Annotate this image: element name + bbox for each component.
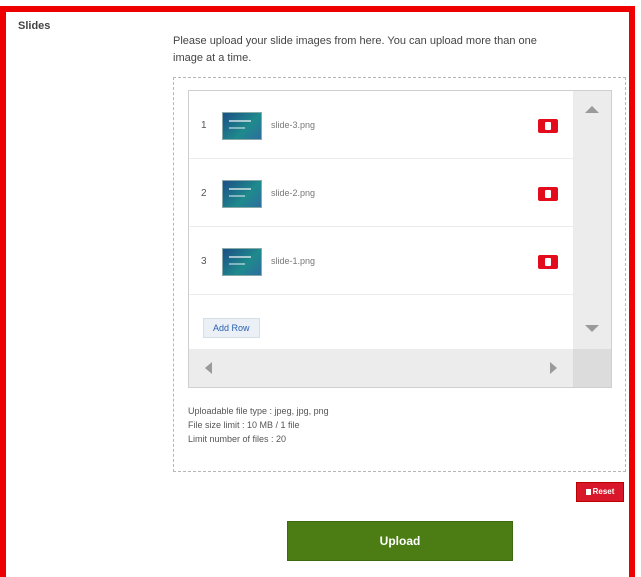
upload-instructions: Please upload your slide images from her… [173,33,613,67]
file-name: slide-2.png [271,188,316,198]
slide-list: 1 slide-3.png 2 slide-2.png 3 slide-1.pn… [188,90,612,388]
upload-button[interactable]: Upload [287,521,513,561]
horizontal-scrollbar[interactable] [189,349,573,387]
instructions-line-2: image at a time. [173,52,252,64]
vertical-scrollbar[interactable] [573,91,611,349]
file-type-note: Uploadable file type : jpeg, jpg, png [188,406,329,416]
list-item: 2 slide-2.png [189,159,573,227]
delete-icon[interactable] [538,119,558,133]
reset-button[interactable]: Reset [576,482,624,502]
file-name: slide-3.png [271,120,316,130]
delete-icon[interactable] [538,255,558,269]
file-limit-note: Limit number of files : 20 [188,434,287,444]
scroll-left-icon[interactable] [205,362,212,374]
scrollbar-corner [573,349,611,387]
file-size-note: File size limit : 10 MB / 1 file [188,420,300,430]
add-row-button[interactable]: Add Row [203,318,260,338]
section-label: Slides [18,20,51,32]
scroll-right-icon[interactable] [550,362,557,374]
upload-notes: Uploadable file type : jpeg, jpg, png Fi… [188,404,329,446]
file-name: slide-1.png [271,256,316,266]
delete-icon[interactable] [538,187,558,201]
slide-thumbnail [222,248,262,276]
row-number: 3 [201,256,207,267]
scroll-down-icon[interactable] [585,325,599,332]
row-number: 2 [201,188,207,199]
instructions-line-1: Please upload your slide images from her… [173,35,537,47]
slide-thumbnail [222,112,262,140]
reset-button-label: Reset [592,487,615,496]
slide-list-viewport: 1 slide-3.png 2 slide-2.png 3 slide-1.pn… [189,91,573,349]
list-item: 3 slide-1.png [189,227,573,295]
trash-icon [585,489,591,495]
list-item: 1 slide-3.png [189,91,573,159]
slide-thumbnail [222,180,262,208]
row-number: 1 [201,120,207,131]
scroll-up-icon[interactable] [585,106,599,113]
